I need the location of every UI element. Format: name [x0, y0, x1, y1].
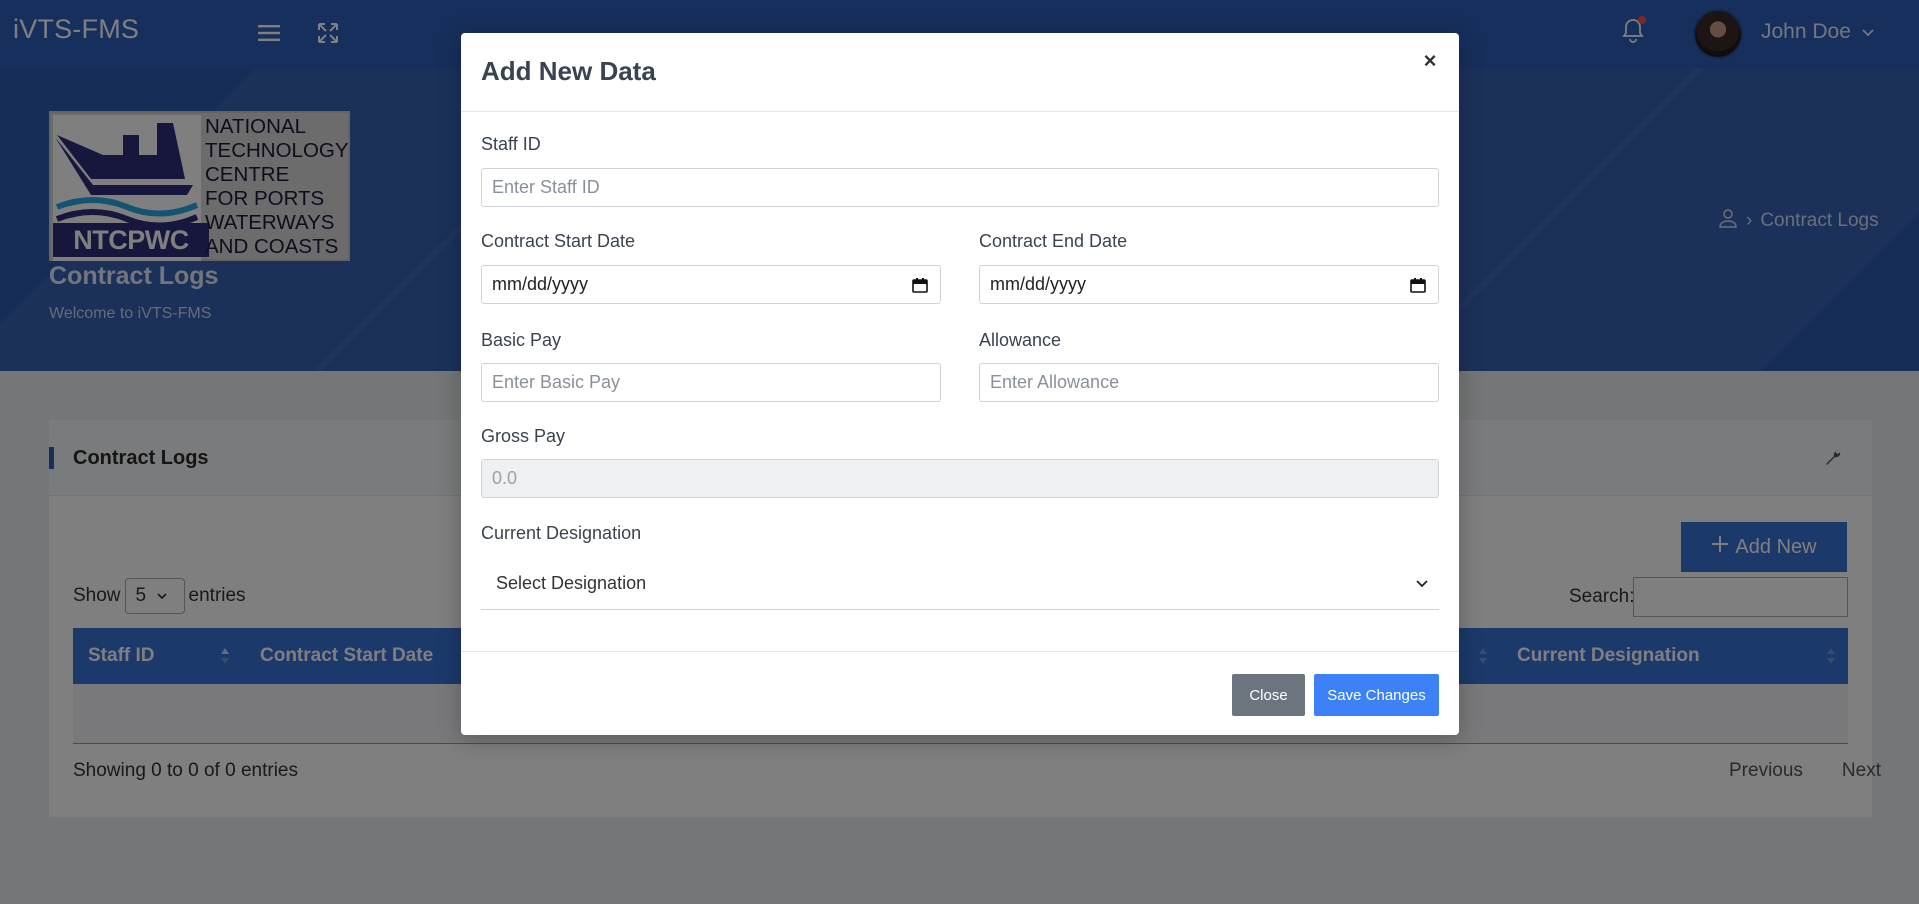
designation-select[interactable]: Select Designation: [481, 557, 1439, 610]
close-button[interactable]: Close: [1232, 674, 1305, 716]
allowance-input[interactable]: Enter Allowance: [979, 363, 1439, 402]
basic-pay-label: Basic Pay: [481, 330, 562, 350]
gross-pay-label: Gross Pay: [481, 426, 566, 446]
staff-id-input[interactable]: Enter Staff ID: [481, 168, 1439, 207]
staff-id-label: Staff ID: [481, 134, 541, 154]
gross-pay-input: 0.0: [481, 459, 1439, 498]
basic-pay-input[interactable]: Enter Basic Pay: [481, 363, 941, 402]
contract-start-date-input[interactable]: mm/dd/yyyy: [481, 265, 941, 304]
close-icon[interactable]: ×: [1419, 48, 1441, 73]
save-changes-button[interactable]: Save Changes: [1314, 674, 1439, 716]
current-designation-label: Current Designation: [481, 523, 642, 543]
calendar-icon[interactable]: [1410, 277, 1426, 293]
calendar-icon[interactable]: [912, 277, 928, 293]
modal-footer: Close Save Changes: [461, 651, 1459, 735]
add-new-data-modal: Add New Data × Staff ID Enter Staff ID C…: [461, 33, 1459, 735]
contract-end-date-input[interactable]: mm/dd/yyyy: [979, 265, 1439, 304]
chevron-down-icon: [1416, 580, 1428, 588]
allowance-label: Allowance: [979, 330, 1062, 350]
contract-end-date-label: Contract End Date: [979, 231, 1128, 251]
modal-title: Add New Data: [481, 56, 656, 86]
modal-header: Add New Data ×: [461, 33, 1459, 112]
contract-start-date-label: Contract Start Date: [481, 231, 636, 251]
